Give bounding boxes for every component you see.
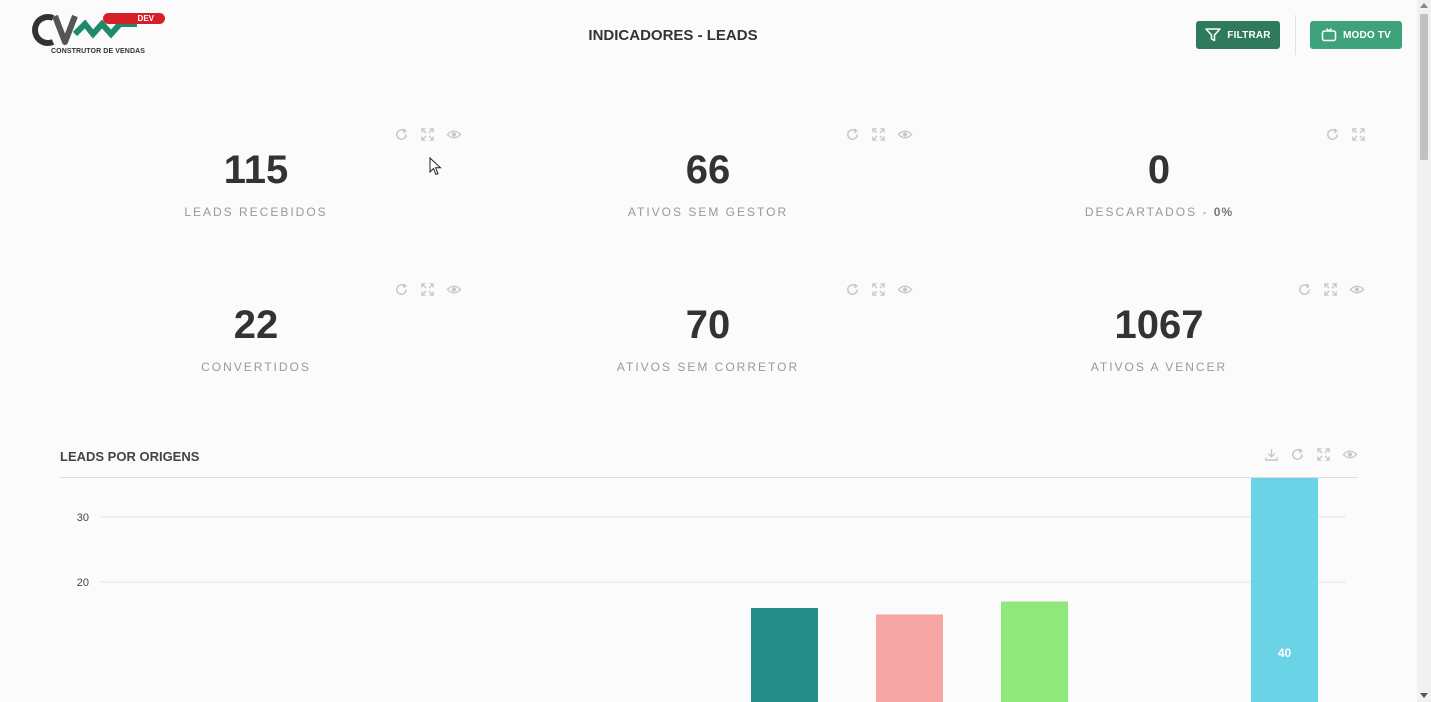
- tv-mode-button-label: MODO TV: [1342, 29, 1392, 41]
- filter-button[interactable]: FILTRAR: [1196, 21, 1280, 49]
- scroll-up-arrow-icon[interactable]: [1420, 3, 1428, 8]
- card-tools: [1297, 282, 1365, 297]
- expand-icon[interactable]: [1316, 447, 1331, 462]
- header-divider: [1295, 15, 1296, 55]
- refresh-icon[interactable]: [1290, 447, 1305, 462]
- chart-title: LEADS POR ORIGENS: [60, 449, 200, 464]
- dashboard-page: DEV CONSTRUTOR DE VENDAS INDICADORES - L…: [0, 0, 1431, 702]
- kpi-leads-recebidos: 115 LEADS RECEBIDOS: [106, 147, 406, 219]
- kpi-convertidos: 22 CONVERTIDOS: [106, 302, 406, 374]
- refresh-icon[interactable]: [845, 282, 860, 297]
- expand-icon[interactable]: [1323, 282, 1338, 297]
- tv-icon: [1321, 28, 1337, 42]
- eye-icon[interactable]: [1342, 447, 1358, 462]
- card-tools: [845, 127, 913, 142]
- kpi-label: ATIVOS SEM GESTOR: [627, 205, 789, 219]
- kpi-value: 70: [685, 303, 731, 347]
- chart-bar[interactable]: [1251, 478, 1318, 702]
- chart-bar[interactable]: [1001, 601, 1068, 702]
- chart-y-tick-label: 20: [77, 577, 89, 589]
- chart-tools: [1264, 447, 1358, 462]
- expand-icon[interactable]: [871, 127, 886, 142]
- mouse-cursor-icon: [429, 157, 442, 176]
- kpi-value: 1067: [1114, 303, 1204, 347]
- leads-por-origens-chart: 20304040: [77, 478, 1346, 702]
- eye-icon[interactable]: [897, 127, 913, 142]
- filter-button-label: FILTRAR: [1227, 29, 1271, 41]
- card-tools: [1325, 127, 1366, 142]
- card-tools: [394, 282, 462, 297]
- chart-bar[interactable]: [751, 608, 818, 702]
- scroll-thumb[interactable]: [1420, 14, 1428, 160]
- refresh-icon[interactable]: [1325, 127, 1340, 142]
- filter-icon: [1205, 28, 1222, 42]
- chart-data-label: 40: [1278, 646, 1292, 660]
- scroll-down-arrow-icon[interactable]: [1420, 693, 1428, 698]
- expand-icon[interactable]: [420, 282, 435, 297]
- kpi-percent: 0%: [1213, 205, 1234, 219]
- kpi-descartados: 0 DESCARTADOS - 0%: [1009, 147, 1309, 219]
- kpi-label: DESCARTADOS -: [1084, 205, 1214, 219]
- logo-dev-badge: DEV: [103, 13, 165, 24]
- kpi-label: LEADS RECEBIDOS: [184, 205, 328, 219]
- kpi-value: 0: [1147, 148, 1171, 192]
- eye-icon[interactable]: [1349, 282, 1365, 297]
- kpi-label: CONVERTIDOS: [201, 360, 311, 374]
- chart-bar[interactable]: [876, 614, 943, 702]
- kpi-label: ATIVOS A VENCER: [1090, 360, 1228, 374]
- expand-icon[interactable]: [1351, 127, 1366, 142]
- kpi-ativos-sem-gestor: 66 ATIVOS SEM GESTOR: [558, 147, 858, 219]
- page-title: INDICADORES - LEADS: [588, 27, 758, 44]
- expand-icon[interactable]: [420, 127, 435, 142]
- kpi-value: 22: [233, 303, 279, 347]
- expand-icon[interactable]: [871, 282, 886, 297]
- kpi-ativos-a-vencer: 1067 ATIVOS A VENCER: [1009, 302, 1309, 374]
- page-scrollbar[interactable]: [1417, 0, 1431, 702]
- chart-y-tick-label: 30: [77, 512, 89, 524]
- refresh-icon[interactable]: [394, 127, 409, 142]
- kpi-value: 66: [685, 148, 731, 192]
- kpi-label-row: DESCARTADOS - 0%: [1009, 205, 1309, 219]
- refresh-icon[interactable]: [1297, 282, 1312, 297]
- download-icon[interactable]: [1264, 447, 1279, 462]
- kpi-ativos-sem-corretor: 70 ATIVOS SEM CORRETOR: [558, 302, 858, 374]
- logo-subtitle: CONSTRUTOR DE VENDAS: [51, 48, 146, 55]
- card-tools: [845, 282, 913, 297]
- eye-icon[interactable]: [446, 127, 462, 142]
- eye-icon[interactable]: [897, 282, 913, 297]
- card-tools: [394, 127, 462, 142]
- kpi-label: ATIVOS SEM CORRETOR: [616, 360, 800, 374]
- refresh-icon[interactable]: [394, 282, 409, 297]
- tv-mode-button[interactable]: MODO TV: [1310, 21, 1402, 49]
- refresh-icon[interactable]: [845, 127, 860, 142]
- kpi-value: 115: [223, 148, 289, 192]
- eye-icon[interactable]: [446, 282, 462, 297]
